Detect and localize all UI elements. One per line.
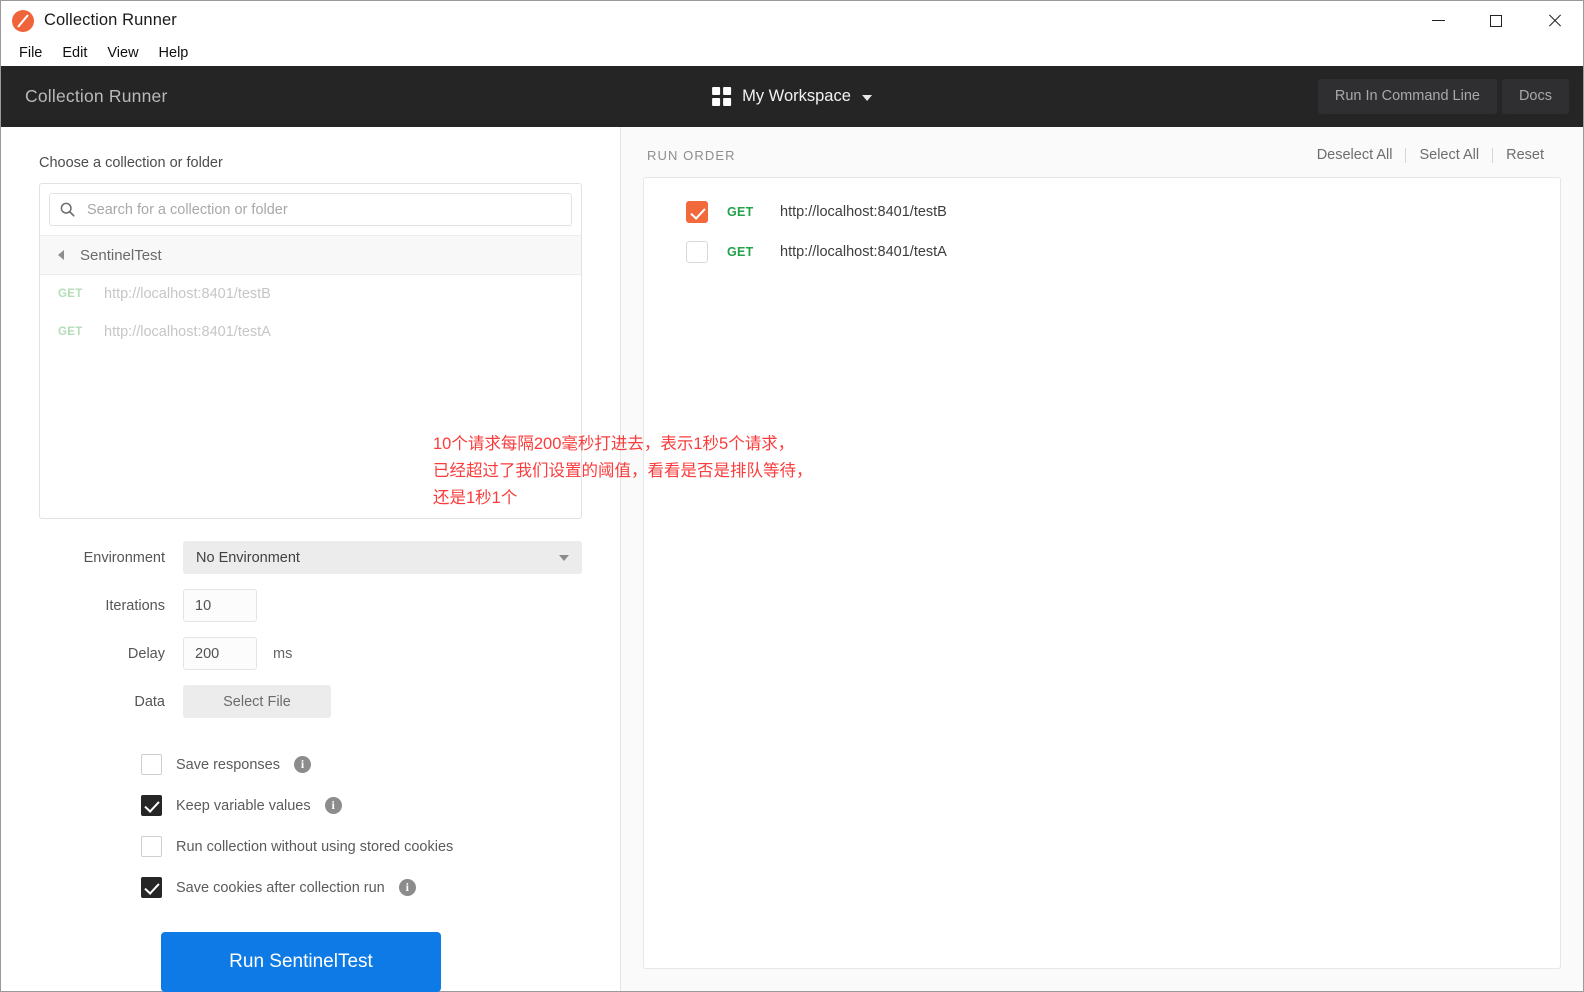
- request-url: http://localhost:8401/testA: [780, 244, 947, 260]
- data-label: Data: [134, 693, 165, 710]
- title-bar: Collection Runner: [1, 1, 1583, 40]
- app-header: Collection Runner My Workspace Run In Co…: [1, 66, 1583, 127]
- header-actions: Run In Command Line Docs: [1317, 79, 1569, 114]
- maximize-button[interactable]: [1467, 1, 1525, 40]
- run-button-wrap: Run SentinelTest: [39, 932, 582, 992]
- iterations-input[interactable]: [183, 589, 257, 622]
- grid-icon: [712, 87, 732, 106]
- info-icon[interactable]: i: [398, 879, 416, 896]
- docs-button[interactable]: Docs: [1501, 79, 1569, 114]
- run-order-row[interactable]: GET http://localhost:8401/testA: [644, 232, 1560, 272]
- request-url: http://localhost:8401/testA: [104, 324, 271, 340]
- delay-input[interactable]: [183, 637, 257, 670]
- info-icon[interactable]: i: [324, 797, 342, 814]
- close-button[interactable]: [1525, 1, 1583, 40]
- menu-bar: File Edit View Help: [1, 40, 1583, 66]
- chevron-down-icon: [861, 94, 872, 101]
- checkbox[interactable]: [141, 795, 162, 816]
- choose-collection-label: Choose a collection or folder: [39, 155, 223, 171]
- caret-left-icon: [58, 250, 64, 260]
- close-icon: [1547, 14, 1561, 28]
- request-method: GET: [58, 326, 83, 338]
- collection-runner-window: Collection Runner File Edit View Help Co…: [0, 0, 1584, 992]
- request-method: GET: [727, 245, 754, 259]
- checkbox[interactable]: [141, 754, 162, 775]
- checkbox[interactable]: [141, 877, 162, 898]
- search-input[interactable]: [85, 200, 561, 219]
- breadcrumb-collection-name: SentinelTest: [80, 246, 162, 264]
- breadcrumb[interactable]: SentinelTest: [40, 235, 581, 275]
- option-label: Keep variable values: [176, 797, 311, 814]
- data-row: Data Select File: [39, 685, 582, 718]
- delay-label: Delay: [127, 645, 165, 662]
- chevron-down-icon: [559, 554, 569, 561]
- workspace-name: My Workspace: [742, 87, 851, 105]
- search-box[interactable]: [49, 193, 572, 226]
- environment-value: No Environment: [196, 549, 300, 566]
- environment-row: Environment No Environment: [39, 541, 582, 574]
- iterations-row: Iterations: [39, 589, 582, 622]
- option-no-stored-cookies[interactable]: Run collection without using stored cook…: [141, 826, 582, 867]
- run-settings-form: Environment No Environment Iterations De…: [39, 541, 582, 718]
- request-url: http://localhost:8401/testB: [780, 204, 947, 220]
- delay-unit-label: ms: [273, 645, 293, 662]
- run-order-row[interactable]: GET http://localhost:8401/testB: [644, 192, 1560, 232]
- reset-button[interactable]: Reset: [1493, 147, 1557, 163]
- checkbox[interactable]: [686, 241, 708, 263]
- right-panel: RUN ORDER Deselect All Select All Reset …: [621, 127, 1583, 991]
- option-keep-variable-values[interactable]: Keep variable values i: [141, 785, 582, 826]
- option-save-responses[interactable]: Save responses i: [141, 744, 582, 785]
- run-options: Save responses i Keep variable values i …: [39, 744, 582, 908]
- iterations-label: Iterations: [105, 597, 165, 614]
- search-icon: [60, 202, 75, 217]
- menu-file[interactable]: File: [10, 42, 51, 64]
- list-item[interactable]: GET http://localhost:8401/testA: [40, 313, 581, 351]
- run-collection-button[interactable]: Run SentinelTest: [161, 932, 441, 992]
- checkbox[interactable]: [686, 201, 708, 223]
- window-controls: [1409, 1, 1583, 40]
- option-save-cookies[interactable]: Save cookies after collection run i: [141, 867, 582, 908]
- option-label: Save cookies after collection run: [176, 879, 385, 896]
- run-order-actions: Deselect All Select All Reset: [1304, 147, 1557, 163]
- environment-label: Environment: [83, 549, 165, 566]
- menu-edit[interactable]: Edit: [53, 42, 96, 64]
- postman-logo-icon: [12, 9, 34, 32]
- run-order-header: RUN ORDER Deselect All Select All Reset: [643, 147, 1561, 163]
- select-file-button[interactable]: Select File: [183, 685, 331, 718]
- environment-select[interactable]: No Environment: [183, 541, 582, 574]
- run-in-command-line-button[interactable]: Run In Command Line: [1317, 79, 1497, 114]
- minimize-icon: [1431, 20, 1445, 21]
- left-panel: Choose a collection or folder SentinelTe…: [1, 127, 621, 992]
- deselect-all-button[interactable]: Deselect All: [1304, 147, 1406, 163]
- option-label: Save responses: [176, 756, 280, 773]
- app-header-title: Collection Runner: [25, 86, 168, 106]
- list-item[interactable]: GET http://localhost:8401/testB: [40, 275, 581, 313]
- select-all-button[interactable]: Select All: [1406, 147, 1492, 163]
- info-icon[interactable]: i: [293, 756, 311, 773]
- collection-chooser: SentinelTest GET http://localhost:8401/t…: [39, 183, 582, 519]
- option-label: Run collection without using stored cook…: [176, 838, 454, 855]
- run-order-title: RUN ORDER: [647, 147, 736, 163]
- minimize-button[interactable]: [1409, 1, 1467, 40]
- run-order-list: GET http://localhost:8401/testB GET http…: [643, 177, 1561, 969]
- request-url: http://localhost:8401/testB: [104, 286, 271, 302]
- window-title: Collection Runner: [44, 11, 177, 29]
- delay-row: Delay ms: [39, 637, 582, 670]
- body-split: Choose a collection or folder SentinelTe…: [1, 127, 1583, 992]
- menu-help[interactable]: Help: [150, 42, 198, 64]
- menu-view[interactable]: View: [98, 42, 147, 64]
- maximize-icon: [1490, 14, 1502, 27]
- checkbox[interactable]: [141, 836, 162, 857]
- request-method: GET: [727, 205, 754, 219]
- workspace-selector[interactable]: My Workspace: [702, 81, 882, 112]
- request-method: GET: [58, 288, 83, 300]
